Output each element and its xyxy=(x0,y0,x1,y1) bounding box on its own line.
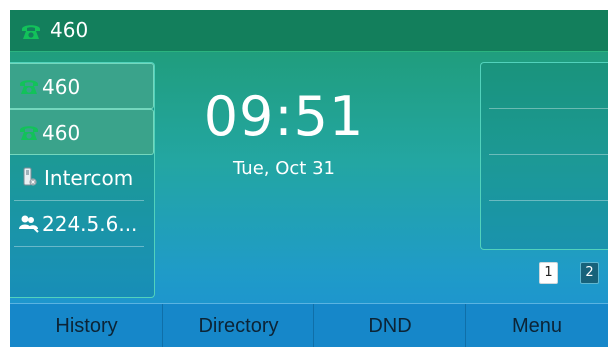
menu-softkey[interactable]: Menu xyxy=(466,304,608,347)
dnd-softkey[interactable]: DND xyxy=(314,304,466,347)
history-softkey[interactable]: History xyxy=(10,304,163,347)
intercom-icon xyxy=(23,167,37,186)
line-key-label: 224.5.6... xyxy=(42,212,138,236)
softkey-bar: History Directory DND Menu xyxy=(10,303,608,347)
line-key-empty[interactable] xyxy=(10,247,154,293)
account-label: 460 xyxy=(50,18,89,42)
line-key-intercom[interactable]: Intercom xyxy=(10,155,154,201)
phone-icon xyxy=(22,25,40,39)
line-key-1[interactable]: 460 xyxy=(10,63,154,109)
right-line-key-3[interactable] xyxy=(481,155,608,201)
phone-icon xyxy=(20,126,38,140)
clock-date: Tue, Oct 31 xyxy=(233,158,335,179)
right-line-key-4[interactable] xyxy=(481,201,608,247)
clock-time: 09:51 xyxy=(203,85,365,148)
right-line-key-2[interactable] xyxy=(481,109,608,155)
line-key-multicast[interactable]: 224.5.6... xyxy=(10,201,154,247)
line-keys-right xyxy=(480,62,608,250)
phone-screen: 460 460 460 Intercom 224.5.6... 09:51 Tu… xyxy=(10,10,608,347)
phone-icon xyxy=(20,80,38,94)
status-bar: 460 xyxy=(10,10,608,52)
page-indicator-current[interactable]: 1 xyxy=(539,262,558,284)
line-key-label: Intercom xyxy=(44,166,134,190)
page-indicator-next[interactable]: 2 xyxy=(580,262,599,284)
line-key-label: 460 xyxy=(42,121,81,145)
line-keys-left: 460 460 Intercom 224.5.6... xyxy=(10,62,155,298)
line-key-label: 460 xyxy=(42,75,81,99)
line-key-2[interactable]: 460 xyxy=(10,109,154,155)
directory-softkey[interactable]: Directory xyxy=(163,304,314,347)
multicast-group-icon xyxy=(19,215,39,233)
right-line-key-1[interactable] xyxy=(481,63,608,109)
